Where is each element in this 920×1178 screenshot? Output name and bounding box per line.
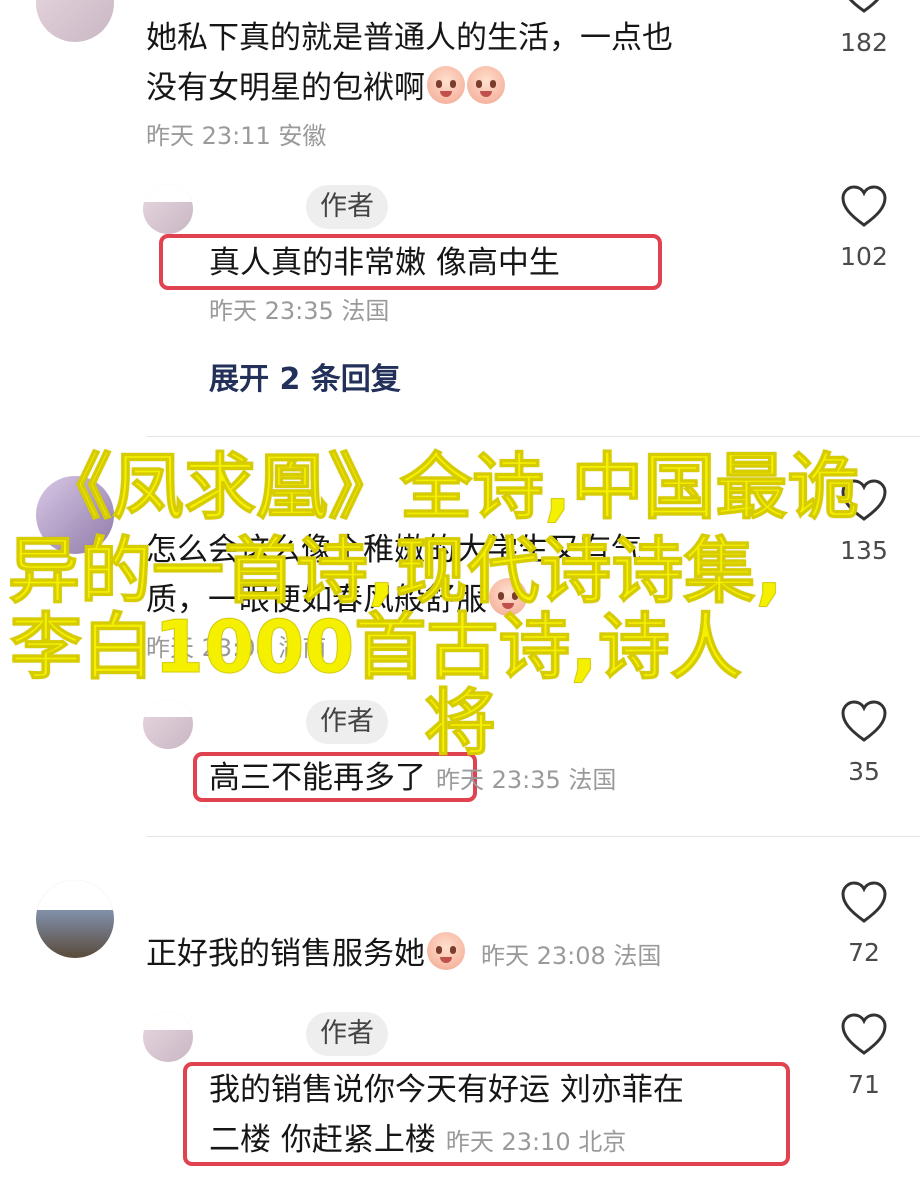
author-badge: 作者 [306, 700, 388, 744]
author-avatar[interactable] [143, 184, 193, 234]
heart-icon [841, 881, 887, 923]
crying-emoji-icon [427, 932, 465, 970]
like-count: 72 [848, 938, 880, 967]
heart-icon [841, 700, 887, 742]
like-count: 182 [840, 28, 888, 57]
reply-text-content: 高三不能再多了 [209, 760, 426, 796]
expand-replies-link[interactable]: 展开 2 条回复 [209, 354, 401, 398]
crying-emoji-icon [489, 578, 527, 616]
like-button[interactable]: 72 [829, 880, 899, 967]
like-count: 135 [840, 536, 888, 565]
avatar[interactable] [36, 0, 114, 42]
avatar[interactable] [36, 476, 114, 554]
author-avatar[interactable] [143, 699, 193, 749]
comment-meta: 昨天 23:08 湖南 [146, 634, 327, 662]
reply-meta: 昨天 23:35 法国 [436, 766, 617, 794]
avatar[interactable] [36, 880, 114, 958]
comment-text: 质，一眼便如春风般舒服 [146, 574, 527, 626]
like-button[interactable]: 182 [829, 0, 899, 57]
comment-text: 怎么会这么像个稚嫩的大学生又有气 [146, 532, 642, 568]
heart-icon [841, 1013, 887, 1055]
comment-text-content: 正好我的销售服务她 [146, 936, 425, 972]
heart-icon [841, 185, 887, 227]
crying-emoji-icon [427, 66, 465, 104]
like-button[interactable]: 102 [829, 184, 899, 271]
like-button[interactable]: 71 [829, 1012, 899, 1099]
like-count: 102 [840, 242, 888, 271]
heart-icon [848, 0, 880, 13]
like-count: 35 [848, 757, 880, 786]
watermark-line: 《凤求凰》全诗,中国最诡 [39, 445, 860, 530]
like-count: 71 [848, 1070, 880, 1099]
reply-text-line2: 二楼 你赶紧上楼 [209, 1122, 436, 1158]
author-badge: 作者 [306, 1012, 388, 1056]
crying-emoji-icon [467, 66, 505, 104]
like-button[interactable]: 135 [829, 478, 899, 565]
author-avatar[interactable] [143, 1012, 193, 1062]
comment-text: 没有女明星的包袱啊 [146, 62, 505, 114]
heart-icon [841, 479, 887, 521]
reply-text: 我的销售说你今天有好运 刘亦菲在 [209, 1072, 684, 1108]
comment-meta: 昨天 23:08 法国 [481, 942, 662, 970]
reply-text: 真人真的非常嫩 像高中生 [209, 245, 560, 281]
comment-text-line2: 质，一眼便如春风般舒服 [146, 582, 487, 618]
comment-meta: 昨天 23:11 安徽 [146, 122, 327, 150]
author-badge: 作者 [306, 185, 388, 229]
reply-meta: 昨天 23:10 北京 [445, 1128, 627, 1156]
divider [146, 836, 920, 837]
comment-text-line2: 没有女明星的包袱啊 [146, 70, 425, 106]
like-button[interactable]: 35 [829, 699, 899, 786]
comment-text: 正好我的销售服务她 昨天 23:08 法国 [146, 928, 661, 982]
divider [146, 436, 920, 437]
comment-text: 她私下真的就是普通人的生活，一点也 [146, 20, 673, 56]
reply-text: 高三不能再多了 昨天 23:35 法国 [209, 752, 616, 806]
reply-text: 二楼 你赶紧上楼 昨天 23:10 北京 [209, 1114, 626, 1168]
reply-meta: 昨天 23:35 法国 [209, 297, 390, 325]
